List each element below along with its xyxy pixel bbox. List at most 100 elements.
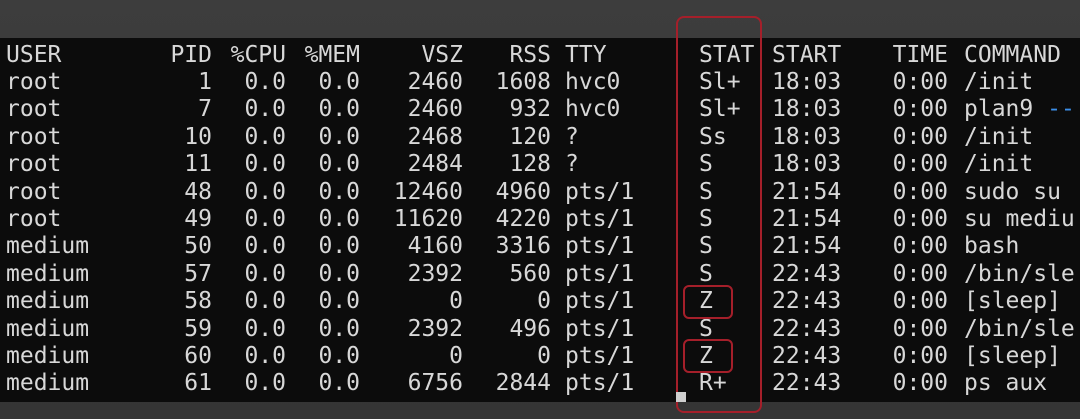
cell-mem: 0.0 xyxy=(318,315,360,342)
cell-tty: pts/1 xyxy=(565,288,635,315)
cell-stat: S xyxy=(699,315,713,342)
cell-start: 21:54 xyxy=(772,178,842,205)
cell-pid: 10 xyxy=(184,123,212,150)
cell-rss: 128 xyxy=(509,151,551,178)
cell-time: 0:00 xyxy=(892,69,948,95)
cell-command: plan9 -- xyxy=(964,96,1075,123)
cell-mem: 0.0 xyxy=(318,370,360,397)
header-tty: TTY xyxy=(565,42,607,68)
cell-stat: S xyxy=(699,260,713,287)
cell-cpu: 0.0 xyxy=(244,69,286,95)
cell-mem: 0.0 xyxy=(318,206,360,232)
cell-vsz: 2392 xyxy=(407,315,463,342)
cell-user: medium xyxy=(6,343,90,369)
cell-tty: pts/1 xyxy=(565,343,635,369)
cell-time: 0:00 xyxy=(892,123,948,150)
table-header: USER PID %CPU %MEM VSZ RSS TTY STAT STAR… xyxy=(0,42,1080,69)
cell-cpu: 0.0 xyxy=(244,206,286,232)
cell-vsz: 12460 xyxy=(393,178,463,205)
header-rss: RSS xyxy=(509,42,551,68)
cell-tty: hvc0 xyxy=(565,96,621,123)
cell-cpu: 0.0 xyxy=(244,123,286,150)
cell-command: /bin/sle xyxy=(964,315,1075,342)
table-row: medium 61 0.0 0.0 6756 2844 pts/1 R+ 22:43 0:00 ps… xyxy=(0,370,1080,397)
cell-start: 22:43 xyxy=(772,260,842,287)
cell-user: medium xyxy=(6,233,90,260)
cell-stat: S xyxy=(699,178,713,205)
cell-mem: 0.0 xyxy=(318,123,360,150)
header-user: USER xyxy=(6,42,62,68)
cell-vsz: 4160 xyxy=(407,233,463,260)
cell-stat: S xyxy=(699,206,713,232)
cell-rss: 2844 xyxy=(495,370,551,397)
cell-rss: 3316 xyxy=(495,233,551,260)
cell-tty: ? xyxy=(565,123,579,150)
cell-command: /bin/sle xyxy=(964,260,1075,287)
cell-time: 0:00 xyxy=(892,343,948,369)
cell-user: medium xyxy=(6,288,90,315)
cell-mem: 0.0 xyxy=(318,69,360,95)
table-row: medium 50 0.0 0.0 4160 3316 pts/1 S 21:54 0:00 bas… xyxy=(0,233,1080,260)
cell-cpu: 0.0 xyxy=(244,178,286,205)
cell-start: 21:54 xyxy=(772,233,842,260)
cell-vsz: 0 xyxy=(449,343,463,369)
cell-pid: 7 xyxy=(198,96,212,123)
cell-cpu: 0.0 xyxy=(244,96,286,123)
cell-pid: 57 xyxy=(184,260,212,287)
cell-cpu: 0.0 xyxy=(244,370,286,397)
cell-user: root xyxy=(6,151,62,178)
cell-time: 0:00 xyxy=(892,206,948,232)
cell-tty: pts/1 xyxy=(565,233,635,260)
terminal-cursor xyxy=(676,392,686,402)
cell-cpu: 0.0 xyxy=(244,260,286,287)
cell-start: 22:43 xyxy=(772,370,842,397)
cell-user: root xyxy=(6,96,62,123)
cell-cpu: 0.0 xyxy=(244,151,286,178)
cell-cpu: 0.0 xyxy=(244,288,286,315)
header-time: TIME xyxy=(892,42,948,68)
cell-start: 18:03 xyxy=(772,69,842,95)
cell-tty: pts/1 xyxy=(565,260,635,287)
cell-tty: pts/1 xyxy=(565,315,635,342)
cell-pid: 48 xyxy=(184,178,212,205)
cell-command: /init xyxy=(964,151,1034,178)
cell-time: 0:00 xyxy=(892,370,948,397)
cell-cpu: 0.0 xyxy=(244,343,286,369)
cell-time: 0:00 xyxy=(892,151,948,178)
cell-rss: 0 xyxy=(537,343,551,369)
cell-stat: Sl+ xyxy=(699,96,741,123)
cell-start: 22:43 xyxy=(772,288,842,315)
cell-mem: 0.0 xyxy=(318,178,360,205)
table-row: root 10 0.0 0.0 2468 120? Ss 18:03 0:00/init xyxy=(0,124,1080,151)
cell-pid: 50 xyxy=(184,233,212,260)
table-row: medium 57 0.0 0.0 2392 560 pts/1 S 22:43 0:00/bin… xyxy=(0,261,1080,288)
cell-command: su mediu xyxy=(964,206,1075,232)
cell-rss: 1608 xyxy=(495,69,551,95)
terminal-window[interactable]: USER PID %CPU %MEM VSZ RSS TTY STAT STAR… xyxy=(0,38,1080,402)
header-cpu: %CPU xyxy=(230,42,286,68)
cell-vsz: 2392 xyxy=(407,260,463,287)
cell-mem: 0.0 xyxy=(318,260,360,287)
cell-vsz: 11620 xyxy=(393,206,463,232)
cell-time: 0:00 xyxy=(892,178,948,205)
cell-cpu: 0.0 xyxy=(244,233,286,260)
cell-start: 22:43 xyxy=(772,343,842,369)
cell-rss: 560 xyxy=(509,260,551,287)
cell-mem: 0.0 xyxy=(318,343,360,369)
cell-user: medium xyxy=(6,315,90,342)
cell-rss: 4220 xyxy=(495,206,551,232)
cell-rss: 120 xyxy=(509,123,551,150)
cell-rss: 496 xyxy=(509,315,551,342)
cell-vsz: 2460 xyxy=(407,96,463,123)
cell-time: 0:00 xyxy=(892,233,948,260)
table-row: root 11 0.0 0.0 2484 128? S 18:03 0:00/init xyxy=(0,151,1080,178)
cell-vsz: 6756 xyxy=(407,370,463,397)
header-stat: STAT xyxy=(699,42,755,68)
header-vsz: VSZ xyxy=(421,42,463,68)
table-row: medium 59 0.0 0.0 2392 496 pts/1 S 22:43 0:00/bin… xyxy=(0,316,1080,343)
cell-tty: pts/1 xyxy=(565,206,635,232)
cell-user: root xyxy=(6,69,62,95)
cell-start: 18:03 xyxy=(772,96,842,123)
cell-time: 0:00 xyxy=(892,288,948,315)
table-row: root 48 0.0 0.0 12460 4960 pts/1 S 21:54 0:00 sudo… xyxy=(0,179,1080,206)
